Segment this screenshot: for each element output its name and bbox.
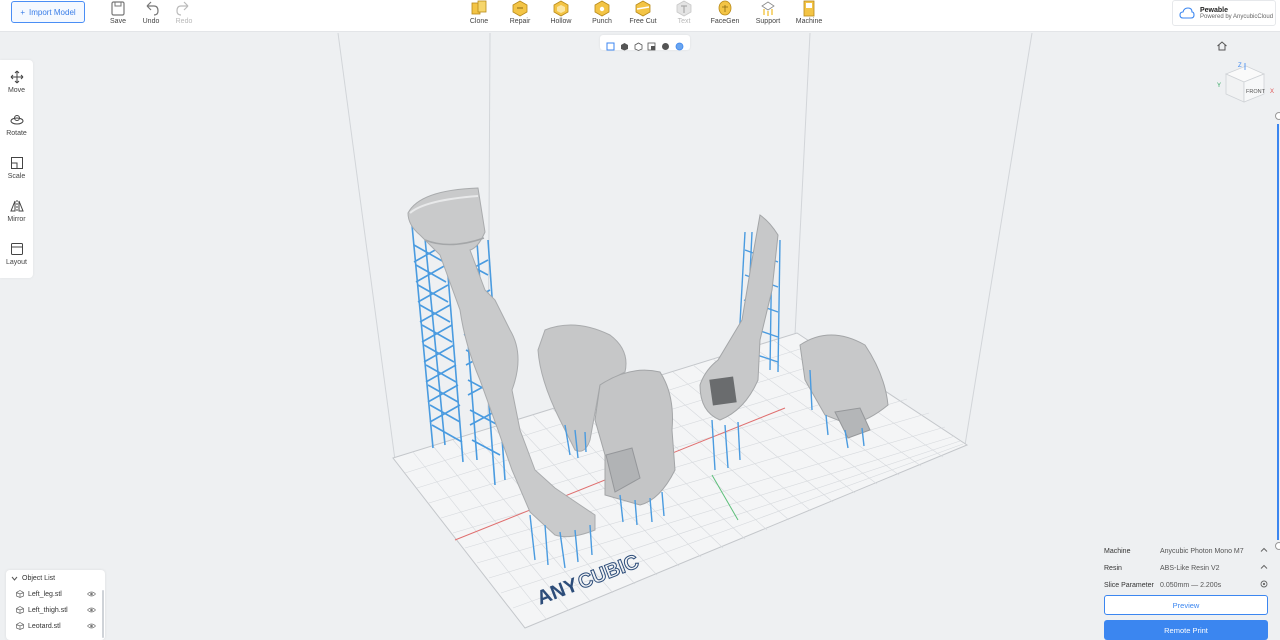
clone-icon [471, 0, 487, 15]
object-list-scrollbar[interactable] [102, 590, 104, 638]
facegen-tool[interactable]: FaceGen [703, 0, 747, 30]
undo-icon [146, 1, 159, 16]
support-tool[interactable]: Support [746, 0, 790, 30]
eye-icon[interactable] [87, 590, 96, 598]
remote-print-button[interactable]: Remote Print [1104, 620, 1268, 640]
resin-row[interactable]: Resin ABS-Like Resin V2 [1104, 561, 1272, 575]
mirror-icon [9, 200, 24, 212]
plus-icon: + [20, 7, 25, 17]
home-icon[interactable] [1216, 40, 1228, 52]
axis-x-label: X [1270, 89, 1274, 95]
hollow-icon [553, 0, 569, 17]
punch-icon [594, 0, 610, 17]
view-xray-icon[interactable] [647, 38, 656, 51]
repair-tool[interactable]: Repair [498, 0, 542, 30]
mirror-tool[interactable]: Mirror [0, 193, 33, 233]
object-list-item[interactable]: Left_leg.stl [6, 586, 105, 602]
view-reset-icon[interactable] [606, 38, 615, 51]
transform-sidebar: Move Rotate Scale Mirror Layout [0, 60, 33, 278]
object-list-panel: Object List Left_leg.stl Left_thigh.stl … [6, 570, 105, 640]
free-cut-icon [635, 0, 651, 17]
clone-tool[interactable]: Clone [457, 0, 501, 30]
view-globe-icon[interactable] [675, 38, 684, 51]
view-shaded-icon[interactable] [661, 38, 670, 50]
machine-panel: Machine Anycubic Photon Mono M7 Resin AB… [1098, 540, 1274, 640]
settings-icon[interactable] [1260, 580, 1268, 588]
text-tool[interactable]: Text [662, 0, 706, 30]
object-list-item[interactable]: Leotard.stl [6, 618, 105, 634]
cloud-account[interactable]: Pewable Powered by AnycubicCloud [1172, 0, 1276, 26]
object-cube-icon [16, 622, 24, 630]
rotate-icon [10, 115, 23, 125]
view-solid-icon[interactable] [620, 38, 629, 51]
rotate-tool[interactable]: Rotate [0, 107, 33, 147]
axis-y-label: Y [1217, 83, 1221, 89]
zoom-slider[interactable] [1275, 112, 1280, 552]
chevron-up-icon [1260, 547, 1268, 552]
import-model-button[interactable]: + Import Model [11, 1, 85, 23]
redo-button[interactable]: Redo [162, 0, 206, 30]
text-icon [676, 0, 692, 17]
zoom-track-line [1277, 124, 1279, 540]
view-wireframe-icon[interactable] [634, 38, 643, 51]
cube-front-label: FRONT [1246, 89, 1266, 95]
view-cube[interactable]: Z Y X FRONT [1212, 60, 1278, 110]
free-cut-tool[interactable]: Free Cut [621, 0, 665, 30]
layout-icon [10, 243, 23, 255]
machine-row[interactable]: Machine Anycubic Photon Mono M7 [1104, 544, 1272, 558]
zoom-in-icon[interactable] [1275, 112, 1280, 120]
machine-icon [803, 0, 815, 17]
view-mode-bar [600, 35, 690, 51]
axis-z-label: Z [1238, 63, 1242, 69]
slice-parameter-row[interactable]: Slice Parameter 0.050mm — 2.200s [1104, 578, 1272, 592]
zoom-out-icon[interactable] [1275, 542, 1280, 550]
hollow-tool[interactable]: Hollow [539, 0, 583, 30]
move-tool[interactable]: Move [0, 64, 33, 104]
top-toolbar: + Import Model Save Undo Redo Clone Repa… [0, 0, 1280, 32]
repair-icon [512, 0, 528, 17]
machine-tool[interactable]: Machine [787, 0, 831, 30]
object-cube-icon [16, 606, 24, 614]
object-list-header[interactable]: Object List [6, 570, 105, 586]
eye-icon[interactable] [87, 606, 96, 614]
save-icon [111, 1, 125, 16]
chevron-down-icon [11, 576, 18, 581]
preview-button[interactable]: Preview [1104, 595, 1268, 615]
layout-tool[interactable]: Layout [0, 236, 33, 276]
cloud-icon [1179, 7, 1195, 19]
move-icon [10, 70, 23, 84]
object-cube-icon [16, 590, 24, 598]
object-list-item[interactable]: Left_thigh.stl [6, 602, 105, 618]
scale-icon [10, 157, 23, 169]
scale-tool[interactable]: Scale [0, 150, 33, 190]
facegen-icon [718, 0, 732, 16]
chevron-up-icon [1260, 564, 1268, 569]
eye-icon[interactable] [87, 622, 96, 630]
redo-icon [176, 1, 189, 16]
punch-tool[interactable]: Punch [580, 0, 624, 30]
support-icon [761, 1, 775, 16]
3d-viewport[interactable]: ANY CUBIC [0, 32, 1280, 640]
